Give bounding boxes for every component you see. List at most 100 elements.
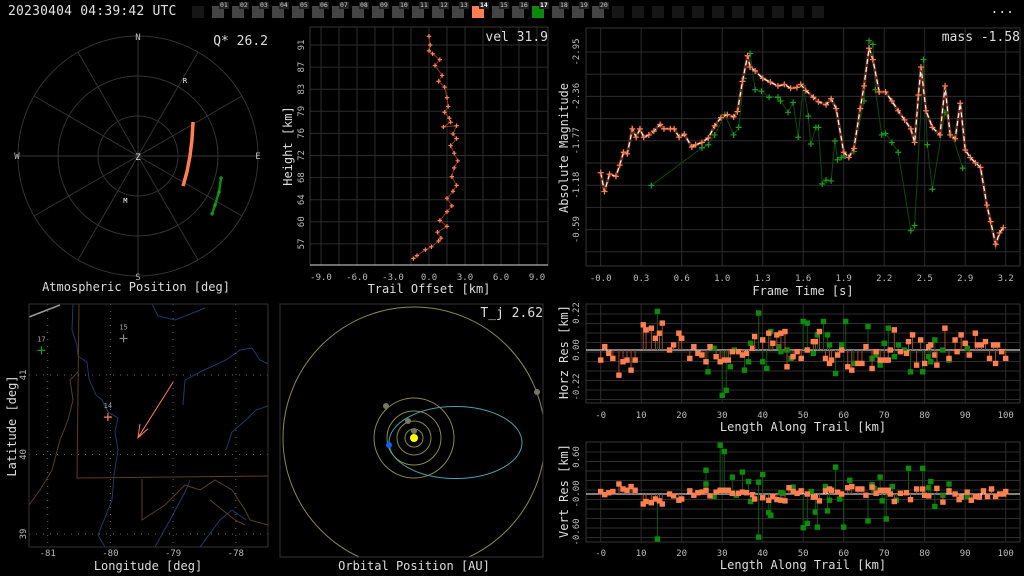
x-tick-label: -80 [102, 549, 118, 559]
station-14-residual-point [980, 488, 987, 494]
station-17-residual-point [847, 477, 853, 483]
magnitude-chart: -0.0 0.3 0.6 1.0 1.3 1.6 1.9 2.2 2.5 2.9 3.2 -2.95 -… [557, 27, 1021, 298]
trail-point [426, 34, 432, 39]
y-tick-label: 0.60 [572, 446, 582, 468]
station-17-residual-point [928, 478, 934, 485]
station-17-residual-point [745, 478, 752, 485]
station-14-residual-point [743, 490, 750, 496]
station-14-residual-point [966, 352, 972, 358]
station-17-residual-point [919, 465, 926, 472]
y-tick-label: -0.22 [572, 373, 582, 400]
trail-point [452, 165, 457, 171]
station-14-residual-point [652, 335, 659, 341]
station-14-residual-point [964, 489, 970, 495]
station-14-point [942, 82, 949, 89]
station-14-residual-point [790, 354, 796, 360]
station-14-residual-point [687, 355, 693, 362]
station-14-residual-point [703, 487, 709, 493]
station-14-residual-point [946, 355, 952, 362]
station-17-point [790, 99, 797, 106]
station-14-residual-point [770, 340, 776, 346]
planet-dot [534, 389, 540, 395]
station-14-residual-point [952, 491, 958, 497]
station-14-point [957, 100, 964, 107]
y-tick-label: -1.77 [572, 127, 582, 154]
station-14-residual-point [760, 495, 766, 501]
trail-point [454, 183, 459, 188]
station-14-residual-point [628, 367, 634, 373]
y-tick-label: 79 [297, 106, 307, 117]
planet-dot [405, 418, 411, 424]
y-tick-label: -2.95 [572, 38, 582, 65]
station-17-point [785, 109, 792, 116]
station-17-residual-point [717, 442, 723, 448]
y-tick-label: 39 [19, 529, 29, 540]
station-17-residual-point [928, 359, 934, 365]
y-tick-label: 57 [297, 238, 307, 249]
station-14-residual-point [988, 486, 995, 492]
trail-point [452, 151, 457, 156]
station-14-residual-point [992, 360, 999, 367]
station-14-residual-point [804, 347, 810, 353]
station-14-residual-point [648, 325, 655, 331]
station-17-residual-point [932, 337, 938, 343]
station-14-residual-point [632, 357, 638, 363]
y-tick-label: 0.22 [572, 302, 582, 324]
station-14-residual-point [928, 342, 934, 348]
trail-point [435, 230, 440, 235]
station-14-residual-point [897, 490, 904, 497]
station-14-residual-point [849, 367, 855, 373]
station-17-residual-point [760, 471, 766, 478]
vertical-residuals-chart: -0 10 20 30 40 50 60 70 80 90 1000.60-0.00-0.60Len… [557, 441, 1021, 572]
station-14-residual-point [656, 330, 663, 336]
x-tick-label: 10 [636, 411, 647, 421]
station-17-point [924, 141, 931, 148]
station-14-residual-point [670, 493, 677, 499]
zenith-label: Z [135, 153, 141, 163]
station-14-residual-point [885, 357, 891, 363]
x-tick-label: 1.0 [714, 274, 730, 284]
x-tick-label: 80 [919, 549, 930, 559]
sun-icon [410, 434, 418, 442]
x-tick-label: 20 [676, 549, 687, 559]
x-tick-label: 80 [919, 411, 930, 421]
station-14-residual-point [822, 355, 829, 362]
station-17-point [895, 149, 902, 156]
station-14-residual-point [934, 485, 940, 492]
y-axis-label: Height [km] [281, 106, 295, 185]
y-axis-label: Horz Res [km] [557, 305, 571, 399]
y-tick-label: -1.18 [572, 172, 582, 199]
x-axis-label: Length Along Trail [km] [720, 420, 886, 434]
fitted-light-curve [600, 48, 1004, 247]
station-14-residual-point [794, 348, 800, 355]
station-14-residual-point [804, 491, 810, 497]
station-14-residual-point [946, 488, 952, 494]
station-14-residual-point [766, 330, 772, 336]
station-17-residual-point [877, 362, 883, 368]
velocity-annotation: vel 31.9 [485, 30, 548, 45]
station-14-residual-point [986, 355, 993, 362]
station-17-point [920, 56, 927, 63]
station-14-residual-point [859, 486, 865, 492]
station-14-residual-point [942, 325, 948, 331]
station-14-residual-point [913, 362, 920, 368]
station-14-residual-point [610, 488, 616, 495]
station-14-residual-point [1003, 488, 1009, 495]
station-17-residual-point [804, 520, 810, 527]
station-14-residual-point [760, 337, 766, 343]
station-17-residual-point [739, 469, 746, 475]
station-17-residual-point [723, 387, 729, 394]
station-14-residual-point [666, 347, 673, 353]
station-14-residual-point [984, 493, 991, 500]
x-tick-label: -81 [40, 549, 56, 559]
x-tick-label: -0 [595, 549, 606, 559]
station-label: 14 [104, 402, 112, 410]
y-tick-label: 60 [297, 216, 307, 227]
station-17-residual-point [764, 365, 770, 372]
station-14-residual-point [725, 357, 731, 363]
station-14-residual-point [849, 483, 855, 490]
station-14-residual-point [606, 350, 612, 357]
station-14-residual-point [828, 357, 835, 363]
station-14-residual-point [834, 352, 841, 358]
station-14-residual-point [940, 499, 946, 505]
